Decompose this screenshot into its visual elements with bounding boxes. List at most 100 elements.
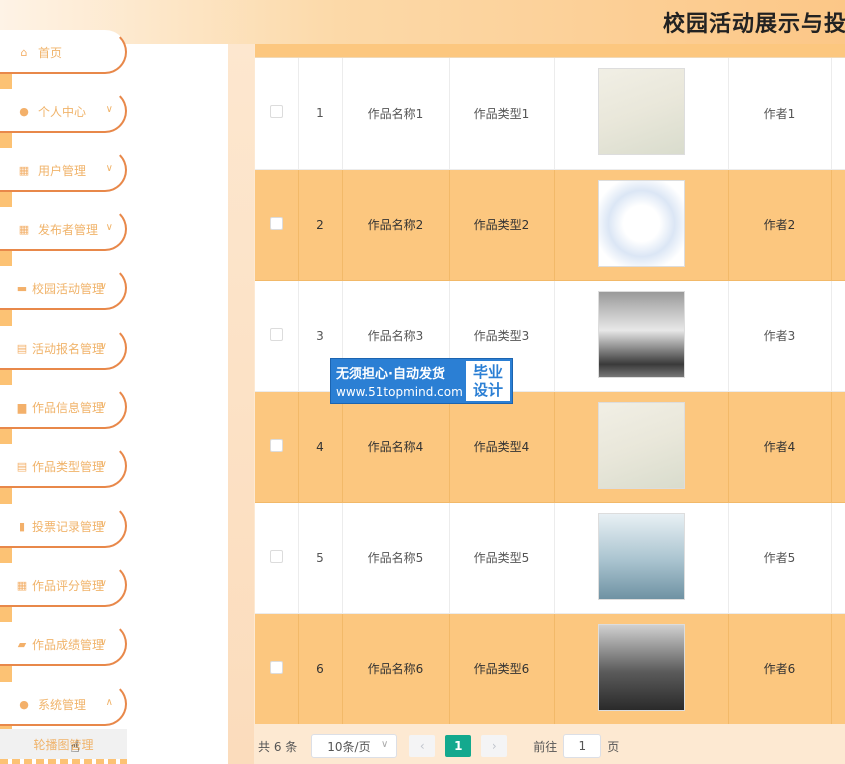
- sidebar-item-label: 作品评分管理: [32, 578, 105, 593]
- sidebar-item-label: 作品信息管理: [32, 400, 105, 415]
- sidebar-item-tab: [0, 607, 12, 623]
- row-checkbox[interactable]: [269, 438, 283, 452]
- row-index: 5: [298, 502, 343, 614]
- page-size-select[interactable]: 10条/页 ∨: [311, 734, 398, 758]
- ticket-icon: ▰: [17, 637, 27, 651]
- sidebar-item-9[interactable]: ▦ 作品评分管理 ∨: [0, 563, 127, 623]
- sidebar-item-label: 活动报名管理: [32, 341, 105, 356]
- sidebar-item-tab: [0, 310, 12, 326]
- sidebar-item-7[interactable]: ▤ 作品类型管理 ∨: [0, 444, 127, 504]
- row-overflow-cell: [831, 280, 845, 392]
- table-row: 5 作品名称5 作品类型5 作者5: [255, 502, 845, 614]
- sidebar-subitem-carousel[interactable]: 轮播图管理: [0, 729, 127, 759]
- work-image-cell: [554, 502, 729, 614]
- row-checkbox-cell: [255, 58, 299, 170]
- home-icon: ⌂: [20, 45, 28, 59]
- row-overflow-cell: [831, 391, 845, 503]
- user-icon: ●: [19, 104, 29, 118]
- prev-page-button[interactable]: ‹: [409, 735, 436, 757]
- message-icon: ▆: [17, 400, 27, 414]
- table-row: 4 作品名称4 作品类型4 作者4: [255, 391, 845, 503]
- goto-label: 前往: [533, 739, 558, 754]
- work-name: 作品名称4: [342, 391, 450, 503]
- work-author: 作者2: [728, 169, 832, 281]
- sidebar-item-4[interactable]: ▬ 校园活动管理 ∨: [0, 266, 127, 326]
- row-index: 4: [298, 391, 343, 503]
- sidebar-item-1[interactable]: ● 个人中心 ∨: [0, 89, 127, 149]
- work-name: 作品名称1: [342, 58, 450, 170]
- goto-page-input[interactable]: [563, 734, 602, 758]
- watermark-line1: 无须担心·自动发货: [336, 367, 445, 382]
- sidebar-item-8[interactable]: ▮ 投票记录管理 ∨: [0, 504, 127, 564]
- grid-icon: ▦: [16, 578, 28, 592]
- sidebar-item-11[interactable]: ● 系统管理 ∧: [0, 682, 127, 742]
- chevron-icon: ∨: [99, 637, 107, 648]
- work-thumbnail[interactable]: [597, 512, 685, 600]
- work-author: 作者1: [728, 58, 832, 170]
- chevron-icon: ∧: [105, 697, 113, 708]
- sidebar-item-tab: [0, 74, 12, 90]
- sidebar-item-tab: [0, 192, 12, 208]
- grid-icon: ▦: [18, 222, 30, 236]
- chevron-down-icon: ∨: [380, 739, 389, 750]
- watermark-text: 无须担心·自动发货 www.51topmind.com: [331, 359, 464, 403]
- work-image-cell: [554, 58, 729, 170]
- row-checkbox-cell: [255, 502, 299, 614]
- sidebar-item-label: 用户管理: [38, 163, 87, 178]
- sidebar-item-0[interactable]: ⌂ 首页: [0, 30, 127, 90]
- work-type: 作品类型2: [449, 169, 555, 281]
- sidebar-item-2[interactable]: ▦ 用户管理 ∨: [0, 148, 127, 208]
- table-row: 6 作品名称6 作品类型6 作者6: [255, 613, 845, 724]
- work-type: 作品类型6: [449, 613, 555, 724]
- sidebar-item-label: 系统管理: [38, 697, 87, 712]
- row-checkbox-cell: [255, 169, 299, 281]
- row-checkbox[interactable]: [269, 660, 283, 674]
- watermark-right-top: 毕业: [472, 363, 503, 381]
- sidebar-item-label: 作品成绩管理: [32, 637, 105, 652]
- row-checkbox[interactable]: [269, 105, 283, 119]
- clipboard-icon: ▤: [16, 341, 28, 355]
- work-image-cell: [554, 169, 729, 281]
- sidebar-item-tab: [0, 548, 12, 564]
- work-type: 作品类型5: [449, 502, 555, 614]
- sidebar-item-6[interactable]: ▆ 作品信息管理 ∨: [0, 385, 127, 445]
- work-thumbnail[interactable]: [597, 179, 685, 267]
- pager-total: 共 6 条: [258, 739, 298, 754]
- bulb-icon: ●: [19, 697, 29, 711]
- row-overflow-cell: [831, 169, 845, 281]
- row-checkbox[interactable]: [269, 549, 283, 563]
- watermark-seal: 毕业 设计: [466, 361, 510, 401]
- row-overflow-cell: [831, 502, 845, 614]
- sidebar-item-10[interactable]: ▰ 作品成绩管理 ∨: [0, 622, 127, 682]
- page-number-1[interactable]: 1: [445, 735, 472, 757]
- work-thumbnail[interactable]: [597, 290, 685, 378]
- work-thumbnail[interactable]: [597, 68, 685, 156]
- page-title: 校园活动展示与投票: [663, 12, 845, 37]
- row-overflow-cell: [831, 613, 845, 724]
- monitor-icon: ▬: [16, 281, 28, 295]
- work-author: 作者4: [728, 391, 832, 503]
- work-thumbnail[interactable]: [597, 623, 685, 711]
- sidebar-item-tab: [0, 429, 12, 445]
- row-overflow-cell: [831, 58, 845, 170]
- chevron-icon: ∨: [105, 222, 113, 233]
- work-thumbnail[interactable]: [597, 401, 685, 489]
- work-image-cell: [554, 391, 729, 503]
- work-type: 作品类型1: [449, 58, 555, 170]
- top-header: 校园活动展示与投票: [0, 0, 845, 44]
- sidebar-item-tab: [0, 133, 12, 149]
- work-name: 作品名称5: [342, 502, 450, 614]
- sidebar-item-3[interactable]: ▦ 发布者管理 ∨: [0, 207, 127, 267]
- work-type: 作品类型4: [449, 391, 555, 503]
- chevron-icon: ∨: [99, 459, 107, 470]
- sidebar-item-5[interactable]: ▤ 活动报名管理 ∨: [0, 326, 127, 386]
- chevron-icon: ∨: [99, 519, 107, 530]
- sidebar-item-label: 个人中心: [38, 104, 87, 119]
- work-image-cell: [554, 613, 729, 724]
- work-author: 作者3: [728, 280, 832, 392]
- work-author: 作者5: [728, 502, 832, 614]
- sidebar-item-tab: [0, 666, 12, 682]
- row-checkbox[interactable]: [269, 327, 283, 341]
- row-checkbox[interactable]: [269, 216, 283, 230]
- next-page-button[interactable]: ›: [481, 735, 508, 757]
